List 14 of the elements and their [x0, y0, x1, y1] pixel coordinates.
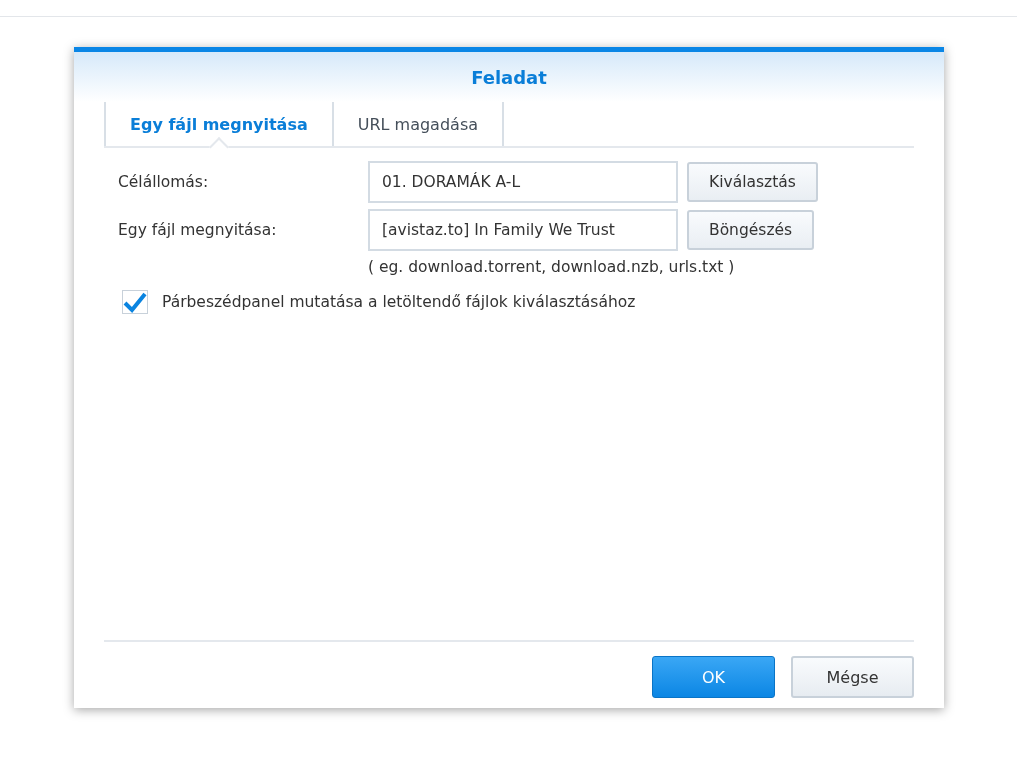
cancel-button[interactable]: Mégse — [791, 656, 914, 698]
dialog-title: Feladat — [471, 66, 547, 88]
tab[interactable]: Egy fájl megnyitása — [104, 102, 332, 146]
checkbox[interactable] — [122, 290, 148, 314]
choose-button[interactable]: Böngészés — [687, 210, 815, 250]
choose-button[interactable]: Kiválasztás — [687, 162, 818, 202]
field-label: Egy fájl megnyitása: — [118, 221, 278, 239]
hint-text: ( eg. download.torrent, download.nzb, urls.txt ) — [368, 258, 736, 276]
checkbox-label: Párbeszédpanel mutatása a letöltendő fájlok kiválasztásához — [162, 293, 636, 311]
tab[interactable]: URL magadása — [331, 102, 504, 146]
field-label: Célállomás: — [118, 173, 210, 191]
checkmark-icon — [123, 291, 147, 313]
input-field[interactable]: 01. DORAMÁK A-L — [368, 161, 678, 203]
input-field[interactable]: [avistaz.to] In Family We Trust — [368, 209, 678, 251]
